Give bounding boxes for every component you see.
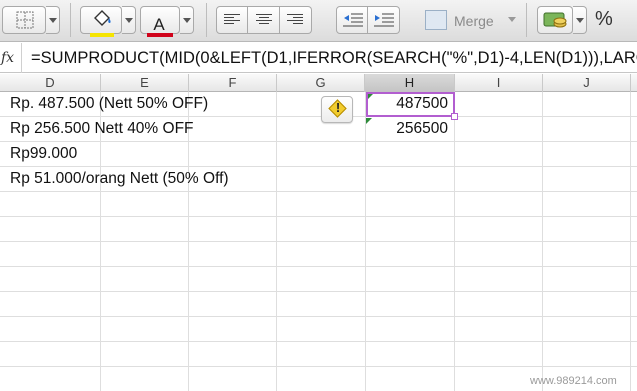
cell-d4[interactable]: Rp 51.000/orang Nett (50% Off) — [10, 167, 229, 191]
increase-indent-icon — [374, 13, 394, 27]
column-header-f[interactable]: F — [189, 74, 277, 92]
column-header-j[interactable]: J — [543, 74, 631, 92]
align-center-button[interactable] — [248, 6, 280, 34]
error-warning-button[interactable]: ! — [321, 96, 353, 123]
cell-d3[interactable]: Rp99.000 — [10, 142, 77, 166]
column-header-row: D E F G H I J — [0, 74, 637, 92]
percent-icon[interactable]: % — [595, 8, 613, 31]
grid-line — [0, 266, 637, 267]
formula-input[interactable]: =SUMPRODUCT(MID(0&LEFT(D1,IFERROR(SEARCH… — [31, 49, 637, 68]
borders-button[interactable] — [2, 6, 46, 34]
merge-dropdown-arrow[interactable] — [508, 17, 516, 22]
fx-label[interactable]: fx — [0, 43, 22, 73]
align-right-button[interactable] — [280, 6, 312, 34]
align-left-button[interactable] — [216, 6, 248, 34]
fill-handle[interactable] — [451, 113, 458, 120]
borders-icon — [16, 11, 34, 29]
grid-line — [0, 191, 637, 192]
cell-grid[interactable]: Rp. 487.500 (Nett 50% OFF) Rp 256.500 Ne… — [0, 92, 637, 391]
increase-indent-button[interactable] — [368, 6, 400, 34]
currency-button[interactable] — [537, 6, 573, 34]
grid-line — [0, 341, 637, 342]
currency-icon — [543, 12, 567, 28]
column-header-d[interactable]: D — [0, 74, 101, 92]
grid-line — [0, 216, 637, 217]
watermark: www.989214.com — [530, 375, 617, 387]
grid-line — [0, 141, 637, 142]
align-right-icon — [287, 14, 303, 26]
column-header-e[interactable]: E — [101, 74, 189, 92]
column-header-g[interactable]: G — [277, 74, 365, 92]
fill-color-button[interactable] — [80, 6, 122, 37]
indent-group — [336, 6, 400, 34]
toolbar-separator — [70, 3, 71, 37]
warning-exclamation: ! — [335, 100, 341, 115]
cell-d1[interactable]: Rp. 487.500 (Nett 50% OFF) — [10, 92, 208, 116]
align-left-icon — [224, 14, 240, 26]
alignment-group — [216, 6, 312, 34]
borders-dropdown[interactable] — [46, 6, 60, 34]
cell-h2[interactable]: 256500 — [368, 117, 448, 141]
font-color-icon: A — [153, 15, 165, 34]
error-indicator-h2 — [366, 118, 372, 124]
toolbar-separator — [206, 3, 207, 37]
ribbon-toolbar: A Merge % — [0, 0, 637, 42]
merge-button-label[interactable]: Merge — [454, 13, 494, 29]
decrease-indent-icon — [343, 13, 363, 27]
cell-d2[interactable]: Rp 256.500 Nett 40% OFF — [10, 117, 194, 141]
fill-color-dropdown[interactable] — [122, 6, 136, 34]
fill-color-swatch — [90, 33, 114, 37]
grid-line — [0, 241, 637, 242]
selected-cell-border — [366, 92, 455, 117]
fill-color-icon — [94, 10, 111, 26]
font-color-dropdown[interactable] — [180, 6, 194, 34]
currency-dropdown[interactable] — [573, 6, 587, 34]
grid-line — [0, 366, 637, 367]
toolbar-separator — [526, 3, 527, 37]
column-header-i[interactable]: I — [455, 74, 543, 92]
align-center-icon — [256, 14, 272, 26]
column-header-h[interactable]: H — [365, 74, 455, 92]
decrease-indent-button[interactable] — [336, 6, 368, 34]
font-color-button[interactable]: A — [140, 6, 180, 37]
formula-bar: fx =SUMPRODUCT(MID(0&LEFT(D1,IFERROR(SEA… — [0, 43, 637, 73]
font-color-swatch — [147, 33, 173, 37]
merge-icon[interactable] — [425, 10, 447, 30]
grid-line — [0, 291, 637, 292]
grid-line — [0, 316, 637, 317]
